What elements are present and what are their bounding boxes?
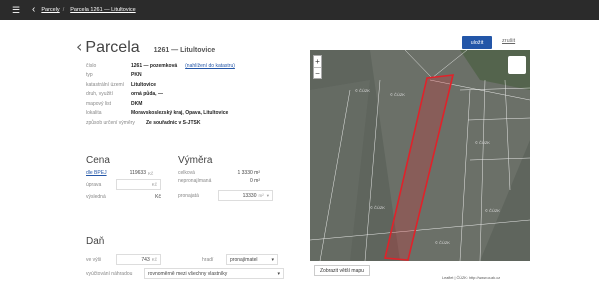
- attr-value: Moravskoslezský kraj, Opava, Litultovice: [131, 110, 229, 117]
- attr-row-lokalita: lokalita Moravskoslezský kraj, Opava, Li…: [86, 109, 235, 119]
- chevron-down-icon[interactable]: ▾: [277, 271, 280, 277]
- attr-label: číslo: [86, 62, 97, 69]
- map-layer-toggle[interactable]: [508, 56, 526, 74]
- map-imagery: [310, 50, 530, 261]
- parcel-label: © ČÚZK: [475, 140, 490, 145]
- attr-value: PKN: [131, 72, 142, 79]
- map-zoom-control: + −: [313, 55, 322, 79]
- nepronaj-label: nepronajímaná: [178, 178, 212, 184]
- attr-label: způsob určení výměry: [86, 119, 135, 126]
- bpej-value: 119633: [129, 170, 146, 176]
- chevron-down-icon[interactable]: ▾: [267, 193, 269, 199]
- parcel-label: © ČÚZK: [355, 88, 370, 93]
- pronajata-unit: m²: [258, 193, 264, 198]
- attr-label: mapový list: [86, 100, 112, 107]
- zoom-in-button[interactable]: +: [314, 56, 321, 67]
- area-pronajata-row: pronajatá 13330 m² ▾: [178, 190, 273, 201]
- page-title-text: Parcela: [85, 39, 140, 56]
- save-button[interactable]: uložit: [462, 36, 492, 49]
- tax-vyse-row: ve výši 743 Kč: [86, 254, 161, 265]
- zoom-out-button[interactable]: −: [314, 67, 321, 78]
- hradi-value: pronajímatel: [230, 256, 258, 263]
- breadcrumb-parcels[interactable]: Parcely: [41, 7, 59, 13]
- price-vysledna-row: výsledná Kč: [86, 194, 161, 200]
- tax-nahrada-row: vyúčtování náhradou rovnoměrně mezi všec…: [86, 268, 284, 279]
- back-chevron-icon[interactable]: ‹: [76, 37, 82, 56]
- attr-value: orná půda, —: [131, 91, 163, 98]
- uprava-label: úprava: [86, 181, 102, 188]
- hradi-select[interactable]: pronajímatel ▾: [226, 254, 278, 265]
- cadastral-map[interactable]: © ČÚZK © ČÚZK © ČÚZK © ČÚZK © ČÚZK © ČÚZ…: [310, 50, 530, 261]
- attr-value: DKM: [131, 100, 143, 107]
- pronajata-label: pronajatá: [178, 192, 199, 199]
- chevron-left-icon[interactable]: ‹: [32, 5, 35, 15]
- attr-label: lokalita: [86, 110, 102, 117]
- hamburger-icon[interactable]: ☰: [12, 5, 24, 15]
- tax-hradi-row: hradí pronajímatel ▾: [202, 254, 278, 265]
- nahrada-value: rovnoměrně mezi všechny vlastníky: [148, 270, 228, 277]
- pronajata-input[interactable]: 13330 m² ▾: [218, 190, 273, 201]
- attr-row-zpusob: způsob určení výměry Ze souřadnic v S-JT…: [86, 118, 235, 128]
- price-heading: Cena: [86, 155, 110, 166]
- tax-heading: Daň: [86, 236, 105, 247]
- map-attribution: Leaflet | ČÚZK: http://www.cuzk.cz: [440, 275, 503, 281]
- parcel-label: © ČÚZK: [370, 205, 385, 210]
- area-nepronaj-row: nepronajímaná 0 m²: [178, 178, 260, 184]
- vyse-unit: Kč: [151, 257, 157, 262]
- pronajata-value: 13330: [242, 192, 257, 199]
- cancel-link[interactable]: zrušit: [502, 38, 515, 44]
- vyse-input[interactable]: 743 Kč: [116, 254, 161, 265]
- attr-label: typ: [86, 72, 93, 79]
- area-celkova-row: celková 1 3330 m²: [178, 170, 260, 176]
- parcel-label: © ČÚZK: [390, 92, 405, 97]
- vyse-value: 743: [141, 256, 150, 263]
- nahrada-label: vyúčtování náhradou: [86, 270, 133, 277]
- uprava-input[interactable]: Kč: [116, 179, 161, 190]
- breadcrumb-current[interactable]: Parcela 1261 — Litultovice: [70, 7, 135, 13]
- attr-value: 1261 — pozemková: [131, 62, 178, 69]
- attr-value: Litultovice: [131, 81, 157, 88]
- attr-row-mapovy-list: mapový list DKM: [86, 99, 235, 109]
- parcel-label: © ČÚZK: [435, 240, 450, 245]
- chevron-down-icon[interactable]: ▾: [271, 257, 274, 263]
- attr-value: Ze souřadnic v S-JTSK: [146, 119, 201, 126]
- nahrada-select[interactable]: rovnoměrně mezi všechny vlastníky ▾: [144, 268, 284, 279]
- cadastre-link[interactable]: (nahlížení do katastru): [185, 63, 235, 69]
- parcel-label: © ČÚZK: [485, 208, 500, 213]
- price-bpej-row: dle BPEJ 119633 Kč: [86, 170, 153, 176]
- attr-label: katastrální území: [86, 81, 125, 88]
- vysledna-label: výsledná: [86, 194, 106, 200]
- vyse-label: ve výši: [86, 256, 102, 263]
- attr-row-typ: typ PKN: [86, 71, 235, 81]
- hradi-label: hradí: [202, 256, 214, 263]
- celkova-value: 1 3330 m²: [237, 170, 260, 176]
- nepronaj-value: 0 m²: [250, 178, 260, 184]
- page-title: ‹ Parcela 1261 — Litultovice: [76, 37, 215, 57]
- attr-row-druh: druh, využití orná půda, —: [86, 90, 235, 100]
- show-larger-map-button[interactable]: Zobrazit větší mapu: [314, 265, 370, 276]
- area-heading: Výměra: [178, 155, 213, 166]
- attr-label: druh, využití: [86, 91, 113, 98]
- celkova-label: celková: [178, 170, 195, 176]
- bpej-unit: Kč: [148, 170, 154, 176]
- uprava-unit: Kč: [151, 182, 157, 187]
- bpej-link[interactable]: dle BPEJ: [86, 170, 116, 176]
- attr-row-ku: katastrální území Litultovice: [86, 80, 235, 90]
- attr-row-cislo: číslo 1261 — pozemková (nahlížení do kat…: [86, 61, 235, 71]
- breadcrumb-separator: /: [62, 7, 65, 13]
- vysledna-unit: Kč: [155, 194, 161, 200]
- top-bar: ☰ ‹ Parcely / Parcela 1261 — Litultovice: [0, 0, 599, 20]
- price-uprava-row: úprava Kč: [86, 179, 161, 190]
- parcel-attributes: číslo 1261 — pozemková (nahlížení do kat…: [86, 61, 235, 128]
- page-subtitle: 1261 — Litultovice: [153, 47, 216, 54]
